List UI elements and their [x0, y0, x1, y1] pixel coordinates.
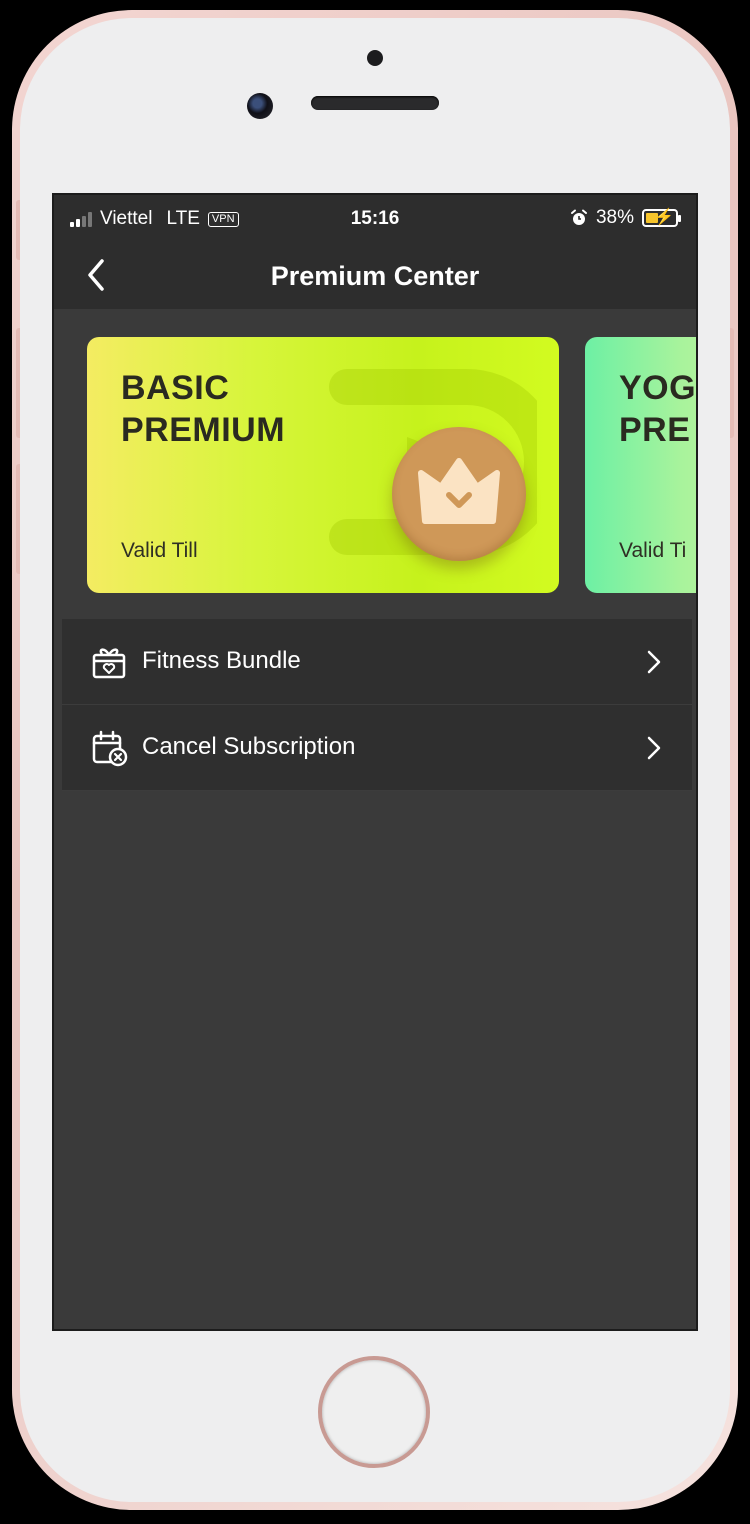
battery-charging-icon: ⚡: [642, 209, 681, 227]
calendar-cancel-icon: [92, 730, 128, 767]
bolt-icon: ⚡: [654, 209, 674, 226]
basic-premium-card[interactable]: BASIC PREMIUM Valid Till: [87, 337, 559, 593]
alarm-icon: [570, 209, 587, 225]
card-valid-till: Valid Ti: [619, 539, 687, 562]
crown-badge: [392, 427, 526, 561]
chevron-right-icon: [647, 650, 661, 674]
card-title: YOG PRE: [619, 369, 696, 449]
menu-item-fitness-bundle[interactable]: Fitness Bundle: [62, 619, 692, 705]
card-valid-till: Valid Till: [121, 539, 198, 562]
home-button[interactable]: [318, 1356, 430, 1468]
menu-list: Fitness Bundle Cancel Subscription: [62, 619, 692, 791]
page-title: Premium Center: [270, 261, 480, 291]
menu-item-cancel-subscription[interactable]: Cancel Subscription: [62, 705, 692, 791]
earpiece-speaker: [311, 96, 439, 110]
battery-percent: 38%: [595, 207, 634, 228]
front-camera: [247, 93, 273, 119]
chevron-right-icon: [647, 736, 661, 760]
menu-item-label: Cancel Subscription: [142, 733, 356, 760]
card-title: BASIC PREMIUM: [121, 369, 286, 449]
premium-cards-carousel[interactable]: BASIC PREMIUM Valid Till YOG PRE Valid T…: [54, 309, 696, 617]
status-right: 38% ⚡: [570, 207, 681, 229]
crown-icon: [418, 458, 500, 524]
gift-box-icon: [92, 648, 126, 679]
proximity-sensor: [367, 50, 383, 66]
nav-bar: Premium Center: [54, 243, 696, 309]
yoga-premium-card[interactable]: YOG PRE Valid Ti: [585, 337, 696, 593]
status-bar: Viettel LTE VPN 15:16 38% ⚡: [54, 195, 696, 243]
app-screen: Viettel LTE VPN 15:16 38% ⚡ Premium Cent…: [52, 193, 698, 1331]
menu-item-label: Fitness Bundle: [142, 647, 301, 674]
